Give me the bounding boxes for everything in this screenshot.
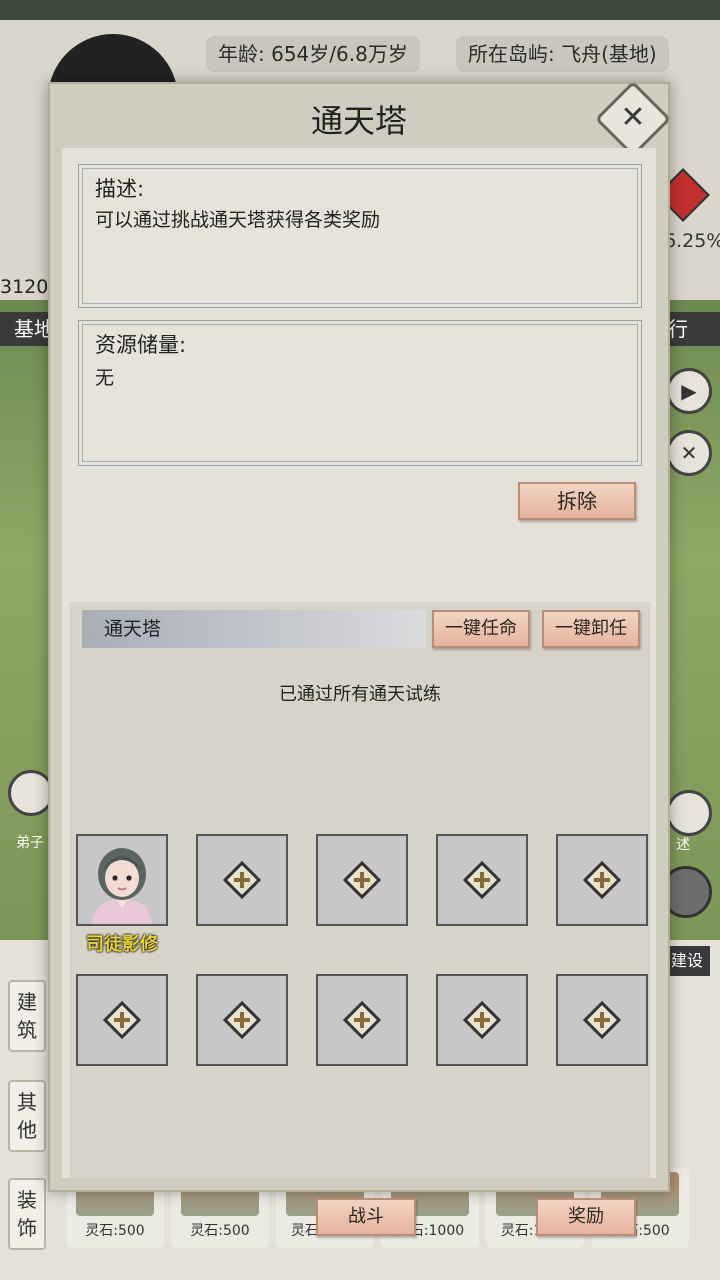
add-icon — [462, 1000, 502, 1040]
empty-slot[interactable] — [196, 834, 288, 926]
play-icon[interactable]: ▶ — [666, 368, 712, 414]
add-icon — [342, 860, 382, 900]
disciple-portrait — [78, 836, 166, 924]
empty-slot[interactable] — [316, 834, 408, 926]
assignment-section: 通天塔 一键任命 一键卸任 已通过所有通天试练 司徒影修 战斗 奖励 — [70, 602, 650, 1236]
description-label: 描述: — [95, 177, 145, 201]
empty-slot[interactable] — [556, 974, 648, 1066]
dismiss-all-button[interactable]: 一键卸任 — [542, 610, 640, 648]
shop-price: 灵石:500 — [190, 1223, 250, 1239]
progress-percent: 6.25% — [664, 230, 720, 252]
add-icon — [342, 1000, 382, 1040]
map-tab-right[interactable]: 行 — [664, 312, 720, 346]
appoint-all-button[interactable]: 一键任命 — [432, 610, 530, 648]
add-icon — [102, 1000, 142, 1040]
empty-slot[interactable] — [556, 834, 648, 926]
empty-slot[interactable] — [316, 974, 408, 1066]
add-icon — [222, 860, 262, 900]
resources-box: 资源储量: 无 — [78, 320, 642, 466]
add-icon — [582, 860, 622, 900]
top-strip — [0, 0, 720, 20]
add-icon — [222, 1000, 262, 1040]
tower-dialog: 通天塔 ✕ 描述: 可以通过挑战通天塔获得各类奖励 资源储量: 无 拆除 通天塔… — [48, 80, 672, 1236]
reward-button[interactable]: 奖励 — [536, 1198, 636, 1236]
battle-button[interactable]: 战斗 — [316, 1198, 416, 1236]
empty-slot[interactable] — [436, 834, 528, 926]
section-header: 通天塔 — [82, 610, 426, 648]
build-tab[interactable]: 建设 — [664, 946, 710, 976]
description-text: 可以通过挑战通天塔获得各类奖励 — [95, 209, 381, 231]
resources-text: 无 — [95, 367, 115, 389]
dialog-title: 通天塔 — [310, 102, 407, 140]
close-circle-icon[interactable]: ✕ — [666, 430, 712, 476]
demolish-button[interactable]: 拆除 — [518, 482, 636, 520]
disciple-label: 弟子 — [16, 835, 44, 851]
empty-slot[interactable] — [196, 974, 288, 1066]
shop-price: 灵石:500 — [85, 1223, 145, 1239]
empty-slot[interactable] — [76, 974, 168, 1066]
side-tab-decor[interactable]: 装饰 — [8, 1178, 46, 1250]
add-icon — [462, 860, 502, 900]
disciple-name: 司徒影修 — [86, 934, 158, 955]
island-stat: 所在岛屿: 飞舟(基地) — [456, 36, 669, 72]
add-icon — [582, 1000, 622, 1040]
status-text: 已通过所有通天试练 — [279, 684, 441, 705]
age-stat: 年龄: 654岁/6.8万岁 — [206, 36, 420, 72]
empty-slot[interactable] — [436, 974, 528, 1066]
info-label: 述 — [676, 837, 690, 853]
dialog-body: 描述: 可以通过挑战通天塔获得各类奖励 资源储量: 无 拆除 通天塔 一键任命 … — [62, 148, 656, 1236]
side-tab-buildings[interactable]: 建筑 — [8, 980, 46, 1052]
info-button[interactable] — [666, 790, 712, 836]
side-tab-other[interactable]: 其他 — [8, 1080, 46, 1152]
disciple-slot-occupied[interactable] — [76, 834, 168, 926]
description-box: 描述: 可以通过挑战通天塔获得各类奖励 — [78, 164, 642, 308]
close-icon[interactable]: ✕ — [606, 92, 660, 146]
resources-label: 资源储量: — [95, 333, 187, 357]
